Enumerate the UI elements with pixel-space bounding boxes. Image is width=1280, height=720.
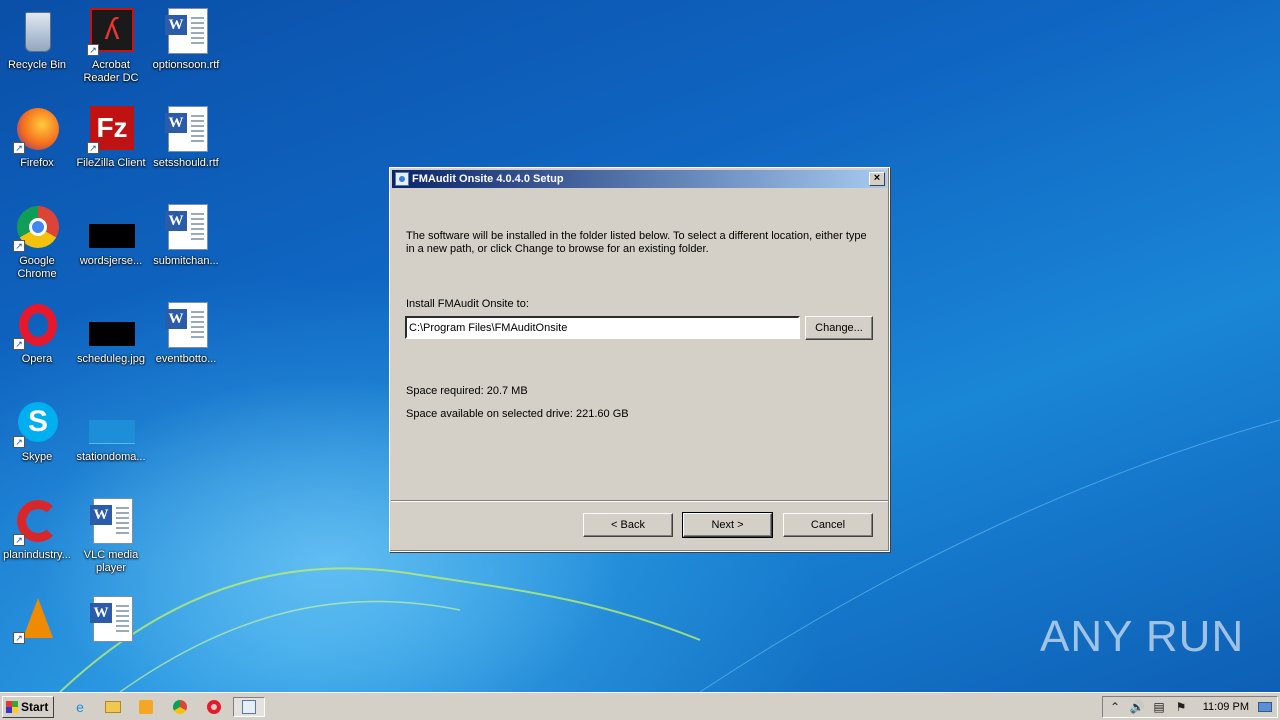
- desktop-icon-firefox[interactable]: ↗ Firefox: [0, 106, 74, 170]
- word-document-icon: W: [87, 498, 135, 546]
- network-icon[interactable]: ▤: [1151, 699, 1167, 715]
- setup-app-icon: [395, 172, 409, 186]
- desktop-icon-label: Google Chrome: [17, 255, 57, 280]
- volume-icon[interactable]: 🔊: [1129, 699, 1145, 715]
- watermark-text: ANY RUN: [1040, 612, 1245, 661]
- desktop-icon-label: planindustry...: [3, 549, 71, 561]
- vlc-icon: ↗: [13, 596, 61, 644]
- word-document-icon: W: [162, 204, 210, 252]
- desktop-icon-label: optionsoon.rtf: [152, 59, 220, 71]
- desktop-icon-label: submitchan...: [153, 255, 219, 267]
- desktop-icon-planindustry[interactable]: W VLC media player: [74, 498, 148, 575]
- shortcut-arrow-icon: ↗: [13, 632, 25, 644]
- desktop-icon-setsshould[interactable]: W setsshould.rtf: [149, 106, 223, 170]
- image-thumbnail-icon: [87, 302, 135, 350]
- image-thumbnail-icon: [87, 204, 135, 252]
- desktop-icon-label: VLC media player: [83, 549, 139, 574]
- show-desktop-icon[interactable]: [1257, 699, 1273, 715]
- shortcut-arrow-icon: ↗: [13, 240, 25, 252]
- desktop-icon-optionsoon[interactable]: W optionsoon.rtf: [149, 8, 223, 72]
- taskbar-clock[interactable]: 11:09 PM: [1203, 697, 1249, 717]
- setup-taskbar-button[interactable]: [233, 697, 265, 717]
- space-required-text: Space required: 20.7 MB: [406, 385, 528, 397]
- next-button[interactable]: Next >: [682, 512, 773, 538]
- start-button[interactable]: Start: [2, 696, 54, 718]
- word-document-icon: W: [87, 596, 135, 644]
- desktop-icon-ccleaner[interactable]: ↗ planindustry...: [0, 498, 74, 562]
- desktop-icon-acrobat[interactable]: ʎ ↗ Acrobat Reader DC: [74, 8, 148, 85]
- desktop-icon-google-chrome[interactable]: ↗ Google Chrome: [0, 204, 74, 281]
- desktop-icon-opera[interactable]: ↗ Opera: [0, 302, 74, 366]
- shortcut-arrow-icon: ↗: [13, 534, 25, 546]
- desktop-icon-skype[interactable]: S ↗ Skype: [0, 400, 74, 464]
- word-document-icon: W: [162, 302, 210, 350]
- shortcut-arrow-icon: ↗: [87, 142, 99, 154]
- shortcut-arrow-icon: ↗: [13, 142, 25, 154]
- taskbar: Start e ⌃ 🔊 ▤ ⚑ 11:09 PM: [0, 692, 1280, 720]
- space-available-text: Space available on selected drive: 221.6…: [406, 408, 629, 420]
- desktop-icon-vlc[interactable]: ↗: [0, 596, 74, 647]
- ccleaner-icon: ↗: [13, 498, 61, 546]
- desktop-icon-label: eventbotto...: [155, 353, 217, 365]
- cancel-button[interactable]: Cancel: [783, 513, 873, 537]
- dialog-separator: [391, 500, 888, 502]
- desktop-icon-label: Firefox: [20, 157, 54, 169]
- desktop-icon-submitchan[interactable]: W submitchan...: [149, 204, 223, 268]
- shortcut-arrow-icon: ↗: [13, 338, 25, 350]
- close-button[interactable]: ×: [869, 172, 885, 186]
- dialog-title: FMAudit Onsite 4.0.4.0 Setup: [412, 173, 564, 185]
- image-thumbnail-icon: [87, 400, 135, 448]
- desktop-icon-label: FileZilla Client: [76, 157, 146, 169]
- desktop-icon-filezilla[interactable]: Fz ↗ FileZilla Client: [74, 106, 148, 170]
- start-label: Start: [21, 700, 49, 714]
- desktop-icon-label: scheduleg.jpg: [77, 353, 145, 365]
- desktop-icon-label: setsshould.rtf: [153, 157, 219, 169]
- install-path-input[interactable]: [405, 316, 800, 339]
- firefox-icon: ↗: [13, 106, 61, 154]
- acrobat-icon: ʎ ↗: [87, 8, 135, 56]
- file-explorer-icon[interactable]: [103, 697, 123, 717]
- shortcut-arrow-icon: ↗: [87, 44, 99, 56]
- desktop-icon-label: Skype: [21, 451, 53, 463]
- action-center-flag-icon[interactable]: ⚑: [1173, 699, 1189, 715]
- change-button[interactable]: Change...: [805, 316, 873, 340]
- desktop-icon-scheduleg[interactable]: scheduleg.jpg: [74, 302, 148, 366]
- media-player-icon[interactable]: [136, 697, 156, 717]
- desktop-icon-label: Acrobat Reader DC: [83, 59, 139, 84]
- dialog-titlebar[interactable]: FMAudit Onsite 4.0.4.0 Setup ×: [392, 170, 887, 188]
- chrome-taskbar-icon[interactable]: [170, 697, 190, 717]
- shortcut-arrow-icon: ↗: [13, 436, 25, 448]
- desktop-icon-recycle-bin[interactable]: Recycle Bin: [0, 8, 74, 72]
- word-document-icon: W: [162, 8, 210, 56]
- opera-icon: ↗: [13, 302, 61, 350]
- install-description: The software will be installed in the fo…: [406, 230, 867, 255]
- desktop-icon-stationdoma[interactable]: stationdoma...: [74, 400, 148, 464]
- desktop-icon-label: Recycle Bin: [7, 59, 67, 71]
- chrome-icon: ↗: [13, 204, 61, 252]
- word-document-icon: W: [162, 106, 210, 154]
- anyrun-watermark: ANY RUN: [1040, 612, 1244, 662]
- skype-icon: S ↗: [13, 400, 61, 448]
- internet-explorer-icon[interactable]: e: [70, 697, 90, 717]
- desktop-icon-getsinterna[interactable]: W: [74, 596, 148, 647]
- desktop-icon-label: wordsjerse...: [79, 255, 143, 267]
- recycle-bin-icon: [13, 8, 61, 56]
- desktop-icon-label: stationdoma...: [76, 451, 146, 463]
- install-location-label: Install FMAudit Onsite to:: [406, 298, 529, 310]
- desktop-icon-label: Opera: [21, 353, 53, 365]
- system-tray: ⌃ 🔊 ▤ ⚑ 11:09 PM: [1102, 696, 1278, 718]
- tray-expand-icon[interactable]: ⌃: [1107, 699, 1123, 715]
- setup-dialog: FMAudit Onsite 4.0.4.0 Setup ×: [389, 167, 890, 552]
- desktop-icon-wordsjerse[interactable]: wordsjerse...: [74, 204, 148, 268]
- opera-taskbar-icon[interactable]: [204, 697, 224, 717]
- filezilla-icon: Fz ↗: [87, 106, 135, 154]
- back-button[interactable]: < Back: [583, 513, 673, 537]
- desktop-icon-eventbotto[interactable]: W eventbotto...: [149, 302, 223, 366]
- windows-logo-icon: [6, 701, 18, 713]
